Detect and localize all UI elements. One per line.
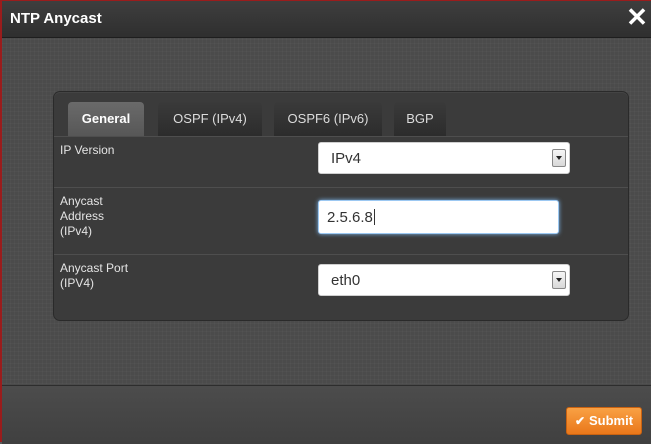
anycast-port-value: eth0 <box>331 272 361 289</box>
ip-version-select[interactable]: IPv4 <box>318 142 570 174</box>
anycast-address-value: 2.5.6.8 <box>327 209 375 226</box>
close-icon[interactable]: ✕ <box>625 3 649 31</box>
ip-version-label: IP Version <box>60 143 115 157</box>
anycast-address-row: Anycast Address (IPv4) 2.5.6.8 <box>54 187 628 254</box>
anycast-address-label: Anycast Address (IPv4) <box>60 194 105 238</box>
anycast-port-label: Anycast Port (IPV4) <box>60 261 129 290</box>
dialog-footer: ✔ Submit <box>2 385 651 444</box>
chevron-down-icon[interactable] <box>552 149 566 167</box>
dialog-titlebar: NTP Anycast ✕ <box>2 1 651 38</box>
tab-bgp[interactable]: BGP <box>394 102 446 136</box>
anycast-port-select[interactable]: eth0 <box>318 264 570 296</box>
check-icon: ✔ <box>574 414 585 428</box>
tab-ospf6-ipv6[interactable]: OSPF6 (IPv6) <box>274 102 382 136</box>
submit-button[interactable]: ✔ Submit <box>566 407 642 435</box>
ntp-anycast-dialog: NTP Anycast ✕ General OSPF (IPv4) OSPF6 … <box>0 0 651 444</box>
submit-label: Submit <box>589 413 634 428</box>
anycast-address-input[interactable]: 2.5.6.8 <box>318 200 559 234</box>
anycast-port-row: Anycast Port (IPV4) eth0 <box>54 254 628 311</box>
ip-version-row: IP Version IPv4 <box>54 136 628 187</box>
chevron-down-icon[interactable] <box>552 271 566 289</box>
settings-panel: General OSPF (IPv4) OSPF6 (IPv6) BGP IP … <box>54 92 628 320</box>
tab-ospf-ipv4[interactable]: OSPF (IPv4) <box>158 102 262 136</box>
dialog-body: General OSPF (IPv4) OSPF6 (IPv6) BGP IP … <box>2 38 651 384</box>
ip-version-value: IPv4 <box>331 150 362 167</box>
tab-general[interactable]: General <box>68 102 144 136</box>
dialog-title: NTP Anycast <box>10 10 102 27</box>
